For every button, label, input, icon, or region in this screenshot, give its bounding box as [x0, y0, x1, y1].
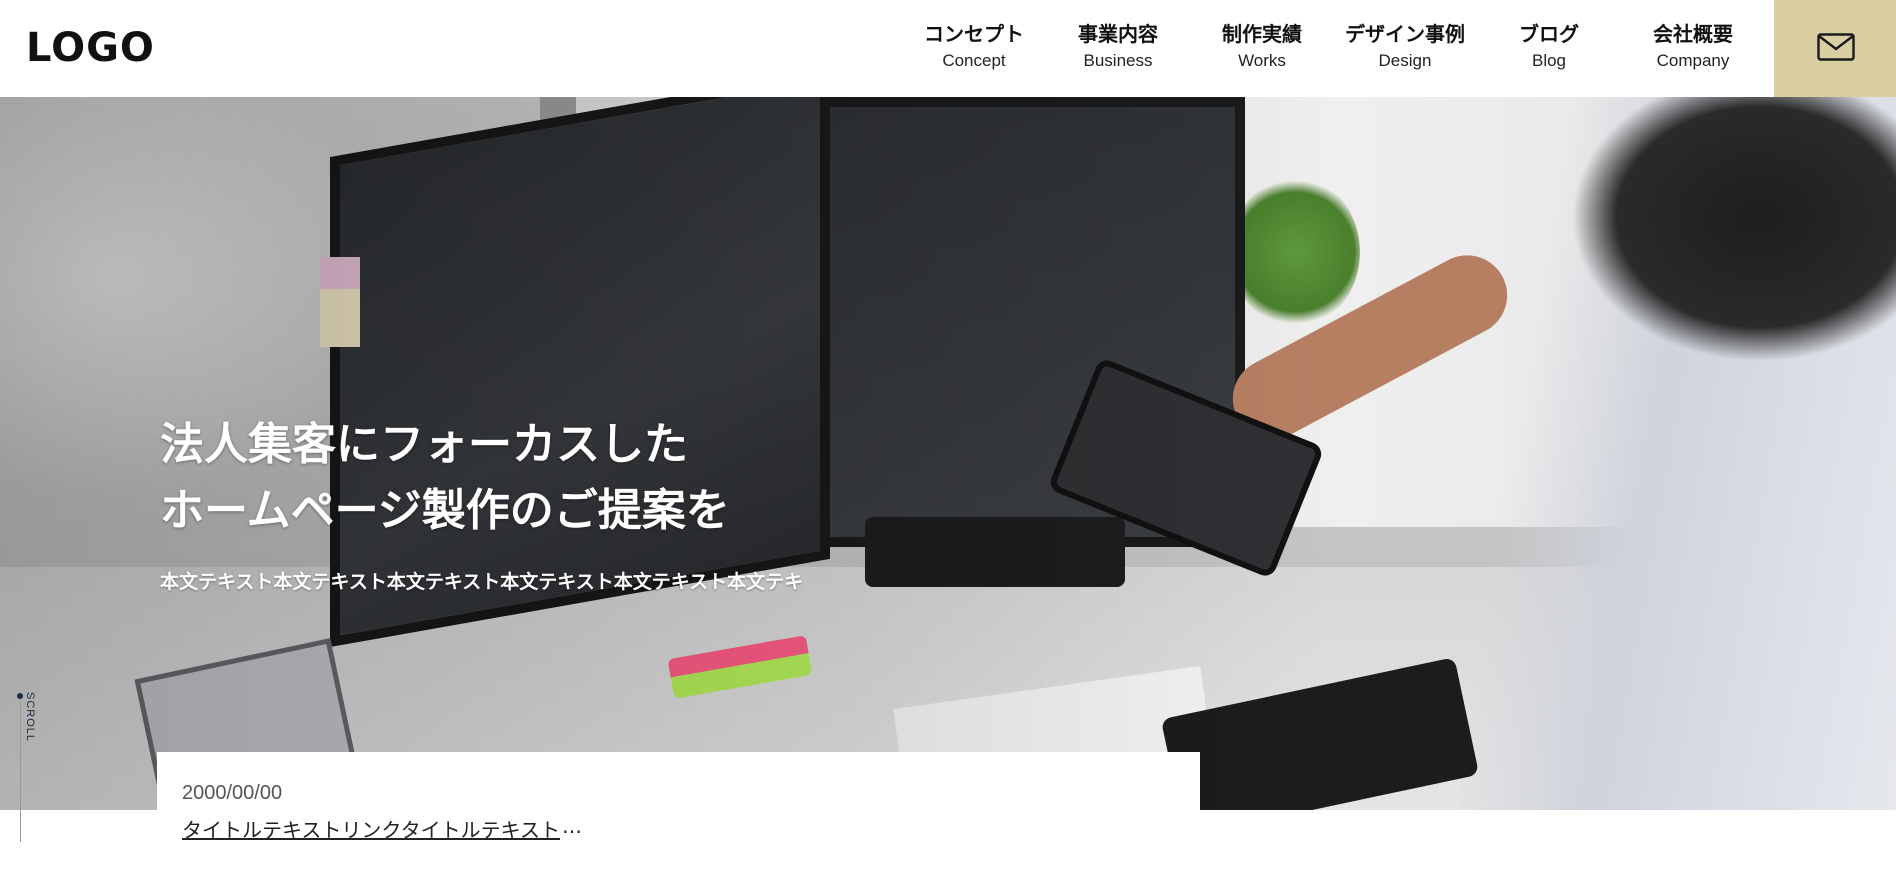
nav-item-company[interactable]: 会社概要 Company: [1623, 22, 1763, 71]
hero-section: 法人集客にフォーカスした ホームページ製作のご提案を 本文テキスト本文テキスト本…: [0, 97, 1896, 810]
nav-item-business[interactable]: 事業内容 Business: [1048, 22, 1188, 71]
news-card: 2000/00/00 タイトルテキストリンクタイトルテキスト …: [157, 752, 1200, 874]
mail-icon: [1817, 33, 1855, 61]
news-date: 2000/00/00: [182, 782, 283, 804]
nav-label-ja: 制作実績: [1222, 22, 1302, 46]
news-title-link[interactable]: タイトルテキストリンクタイトルテキスト: [182, 814, 560, 843]
nav-item-design[interactable]: デザイン事例 Design: [1335, 22, 1475, 71]
logo[interactable]: LOGO: [26, 28, 155, 68]
hero-title-line: 法人集客にフォーカスした: [160, 419, 688, 470]
scroll-line: [20, 700, 21, 842]
site-header: LOGO コンセプト Concept 事業内容 Business 制作実績 Wo…: [0, 0, 1896, 97]
nav-item-blog[interactable]: ブログ Blog: [1479, 22, 1619, 71]
nav-label-ja: コンセプト: [924, 22, 1024, 46]
nav-label-ja: デザイン事例: [1345, 22, 1465, 46]
scroll-dot: [17, 693, 23, 699]
hero-title: 法人集客にフォーカスした ホームページ製作のご提案を: [160, 412, 730, 544]
nav-label-ja: ブログ: [1519, 22, 1579, 46]
nav-label-ja: 会社概要: [1653, 22, 1733, 46]
nav-label-en: Business: [1083, 51, 1153, 70]
nav-label-en: Works: [1238, 51, 1286, 70]
hero-body-text: 本文テキスト本文テキスト本文テキスト本文テキスト本文テキスト本文テキ: [160, 571, 804, 593]
nav-label-en: Blog: [1531, 51, 1567, 70]
nav-label-en: Concept: [942, 51, 1006, 70]
nav-label-en: Company: [1656, 51, 1730, 70]
news-ellipsis: …: [562, 814, 582, 838]
contact-button[interactable]: [1774, 0, 1896, 97]
scroll-label[interactable]: SCROLL: [24, 692, 36, 742]
nav-label-ja: 事業内容: [1078, 22, 1158, 46]
nav-label-en: Design: [1378, 51, 1432, 70]
nav-item-concept[interactable]: コンセプト Concept: [904, 22, 1044, 71]
hero-title-line: ホームページ製作のご提案を: [160, 485, 730, 536]
nav-item-works[interactable]: 制作実績 Works: [1192, 22, 1332, 71]
